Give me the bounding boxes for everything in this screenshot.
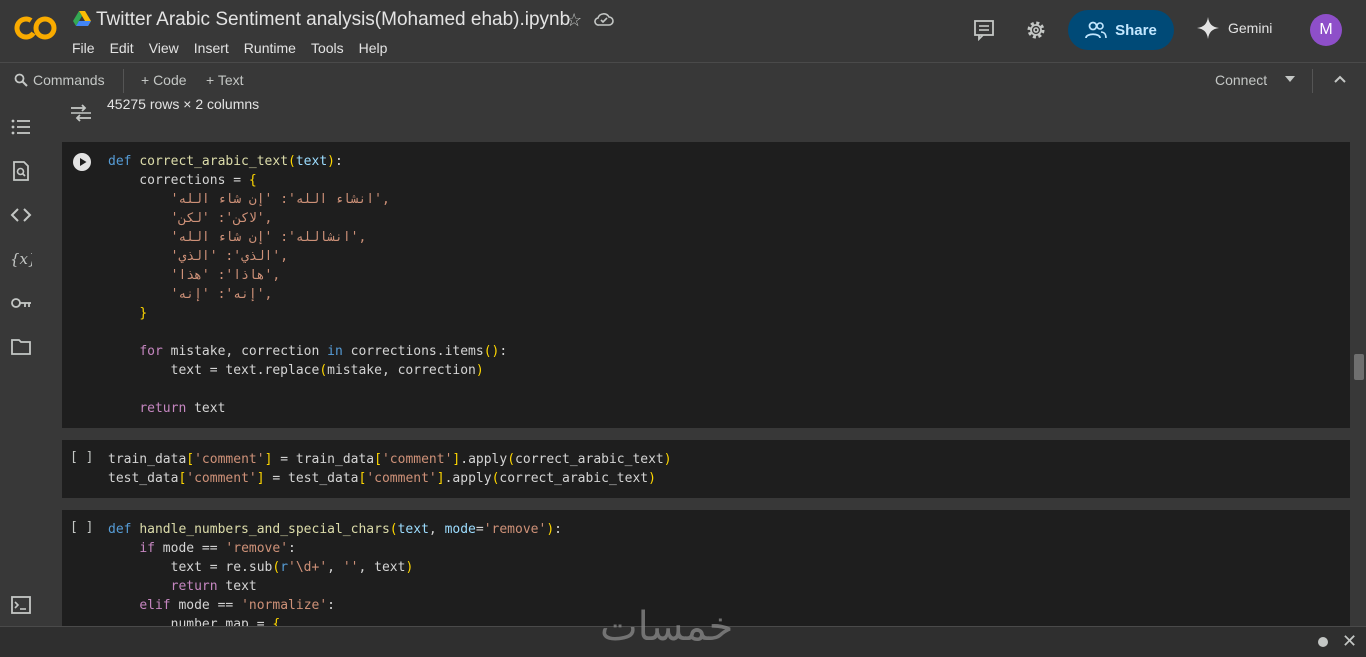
folder-icon[interactable] [10,336,32,358]
code-line: elif mode == 'normalize': [139,598,335,613]
code-line: 'الذي': 'الذي', [108,249,289,264]
gemini-button[interactable]: Gemini [1196,16,1272,40]
comment-icon[interactable] [973,19,995,41]
menu-view[interactable]: View [149,40,179,56]
code-line: 'لاكن': 'لكن', [108,211,273,226]
code-line: def correct_arabic_text(text): [108,154,343,169]
menu-edit[interactable]: Edit [110,40,134,56]
cell-source[interactable]: train_data['comment'] = train_data['comm… [108,450,672,488]
caret-down-icon [1285,76,1295,82]
add-text-label: + Text [206,72,244,88]
code-line: 'انشالله': 'إن شاء الله', [108,230,367,245]
menu-runtime[interactable]: Runtime [244,40,296,56]
menu-file[interactable]: File [72,40,95,56]
code-line: train_data['comment'] = train_data['comm… [108,452,672,467]
run-cell-icon[interactable] [72,152,92,172]
code-line: 'هاذا': 'هذا', [108,268,281,283]
people-icon [1085,21,1107,39]
execution-count[interactable]: [ ] [70,520,93,535]
svg-text:{x}: {x} [10,250,32,268]
chevron-up-icon [1334,75,1346,83]
key-icon[interactable] [10,292,32,314]
code-cell[interactable]: def correct_arabic_text(text): correctio… [62,142,1350,428]
execution-count[interactable]: [ ] [70,450,93,465]
code-line: } [139,306,148,321]
connect-label: Connect [1215,72,1268,88]
code-line: return text [170,579,257,594]
variables-icon[interactable]: {x} [10,248,32,270]
collapse-header-button[interactable] [1333,74,1347,84]
search-icon [14,73,28,87]
notebook-area: 45275 rows × 2 columns def correct_arabi… [42,98,1352,626]
notebook-title[interactable]: Twitter Arabic Sentiment analysis(Mohame… [96,9,570,31]
scrollbar-thumb[interactable] [1354,354,1364,380]
code-line: text = text.replace(mistake, correction) [108,363,484,378]
code-line: number_map = { [108,617,281,626]
status-indicator-icon[interactable] [1318,637,1328,647]
share-label: Share [1115,21,1157,39]
cell-source[interactable]: def correct_arabic_text(text): correctio… [108,152,507,418]
connect-dropdown[interactable] [1284,75,1296,83]
drive-icon[interactable] [73,11,91,27]
close-icon[interactable]: ✕ [1342,631,1357,652]
gemini-sparkle-icon [1197,17,1219,39]
commands-button[interactable]: Commands [14,72,105,88]
code-snippets-icon[interactable] [10,204,32,226]
toolbar-divider [123,69,124,93]
toolbar-divider [1312,69,1313,93]
connect-button[interactable]: Connect [1215,72,1267,88]
colab-logo[interactable] [14,12,58,44]
code-line: 'إنه': 'إنه', [108,287,273,302]
cloud-saved-icon[interactable] [594,11,614,27]
notebook-toolbar: Commands + Code + Text Connect [0,62,1366,99]
menu-tools[interactable]: Tools [311,40,344,56]
terminal-icon[interactable] [10,594,32,616]
gemini-label: Gemini [1228,20,1273,36]
dataframe-dimensions: 45275 rows × 2 columns [107,98,260,112]
cell-source[interactable]: def handle_numbers_and_special_chars(tex… [108,520,562,626]
menu-bar: File Edit View Insert Runtime Tools Help [72,40,402,56]
code-line: def handle_numbers_and_special_chars(tex… [108,522,562,537]
code-line: for mistake, correction in corrections.i… [139,344,508,359]
add-code-button[interactable]: + Code [141,72,187,88]
add-text-button[interactable]: + Text [206,72,244,88]
code-line: corrections = { [108,173,257,188]
vertical-scrollbar[interactable] [1352,98,1366,626]
code-line: if mode == 'remove': [139,541,296,556]
star-icon[interactable]: ☆ [566,10,582,30]
share-button[interactable]: Share [1068,10,1174,50]
top-bar: Twitter Arabic Sentiment analysis(Mohame… [0,0,1366,62]
left-sidebar: {x} [0,98,43,626]
add-code-label: + Code [141,72,187,88]
menu-insert[interactable]: Insert [194,40,229,56]
code-line: text = re.sub(r'\d+', '', text) [108,560,414,575]
code-line: return text [139,401,226,416]
code-line: test_data['comment'] = test_data['commen… [108,471,656,486]
commands-label: Commands [33,72,105,88]
output-toggle-icon[interactable] [69,102,93,124]
find-icon[interactable] [10,160,32,182]
code-line: 'انشاء الله': 'إن شاء الله', [108,192,390,207]
avatar[interactable]: M [1310,14,1342,46]
code-cell[interactable]: [ ] train_data['comment'] = train_data['… [62,440,1350,498]
table-of-contents-icon[interactable] [10,116,32,138]
gear-icon[interactable] [1025,19,1047,41]
menu-help[interactable]: Help [359,40,388,56]
watermark-logo: خمسات [600,604,734,650]
